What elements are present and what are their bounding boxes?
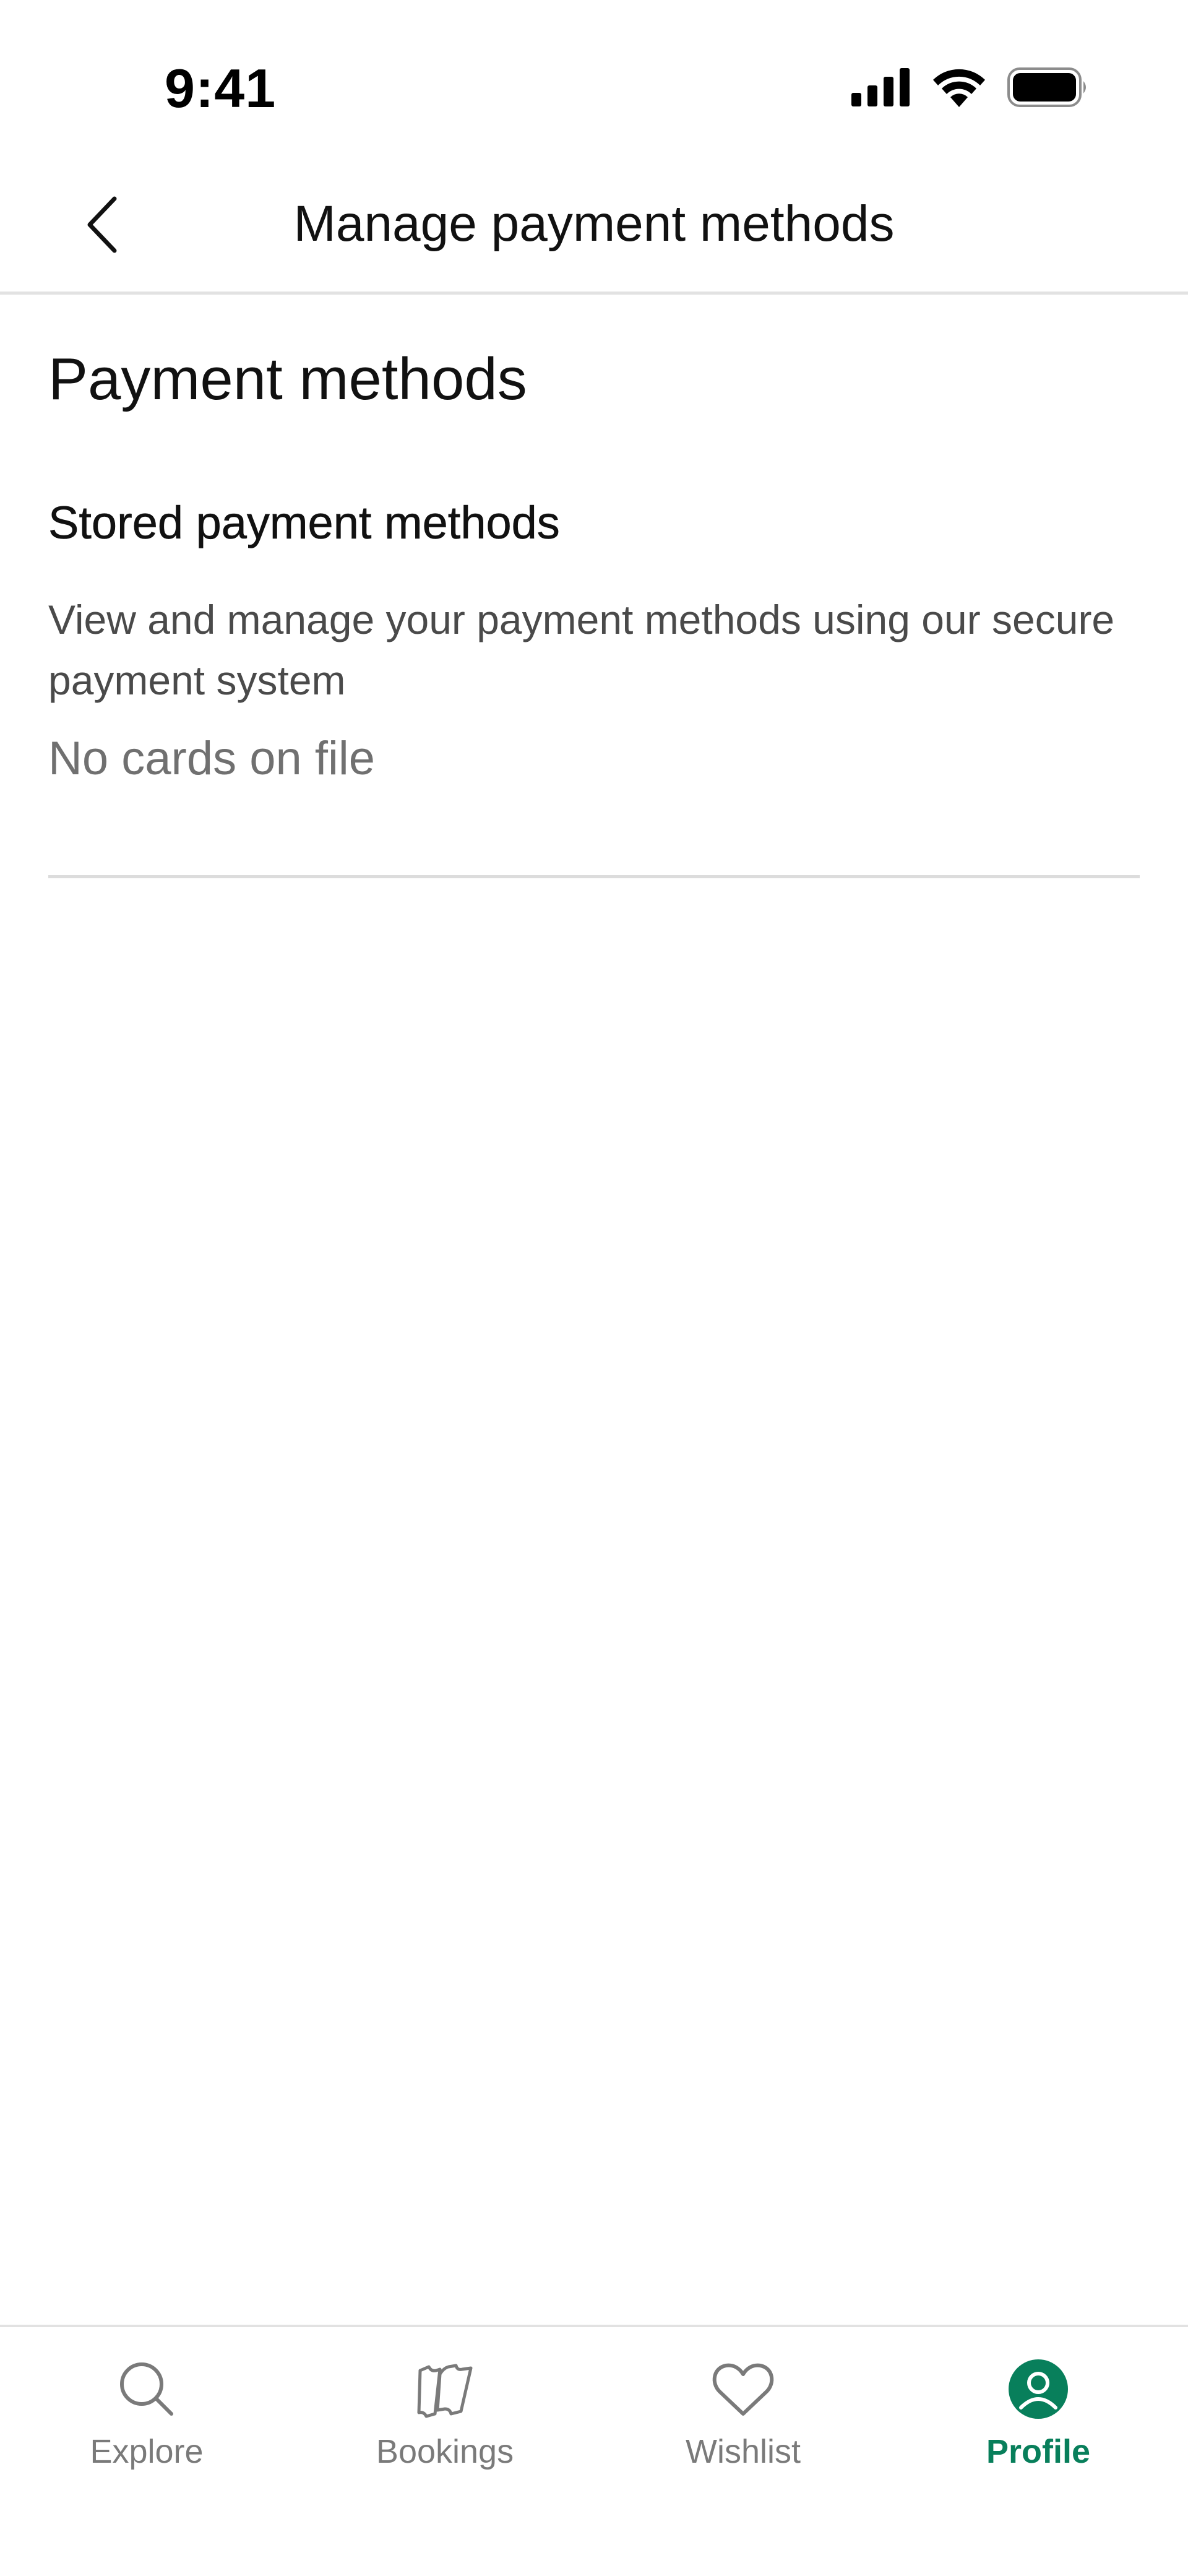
section-title: Stored payment methods	[48, 497, 560, 549]
battery-icon	[1007, 67, 1089, 110]
header: Manage payment methods	[0, 155, 1188, 295]
tickets-icon	[352, 2352, 538, 2426]
profile-icon	[945, 2352, 1131, 2426]
nav-item-wishlist[interactable]: Wishlist	[650, 2352, 836, 2494]
bottom-nav: Explore Bookings Wishlist Profile	[0, 2325, 1188, 2576]
wifi-icon	[932, 67, 986, 110]
cellular-signal-icon	[851, 67, 911, 110]
nav-label-bookings: Bookings	[376, 2433, 514, 2470]
status-time: 9:41	[165, 58, 277, 119]
section-divider	[48, 875, 1140, 878]
nav-item-profile[interactable]: Profile	[945, 2352, 1131, 2494]
section-description: View and manage your payment methods usi…	[48, 597, 1115, 703]
status-icons	[851, 67, 1089, 110]
nav-item-explore[interactable]: Explore	[54, 2352, 239, 2494]
page-title: Payment methods	[48, 346, 527, 412]
nav-label-explore: Explore	[90, 2433, 204, 2470]
nav-label-wishlist: Wishlist	[686, 2433, 801, 2470]
search-icon	[54, 2352, 239, 2426]
heart-icon	[650, 2352, 836, 2426]
empty-state-text: No cards on file	[48, 732, 376, 785]
nav-item-bookings[interactable]: Bookings	[352, 2352, 538, 2494]
header-title: Manage payment methods	[293, 196, 895, 252]
status-bar: 9:41	[0, 0, 1188, 155]
nav-label-profile: Profile	[986, 2433, 1091, 2470]
